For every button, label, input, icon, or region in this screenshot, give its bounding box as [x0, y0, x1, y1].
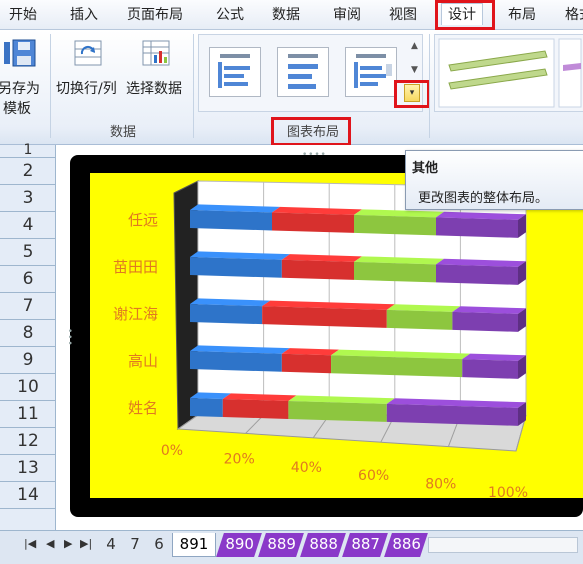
- sheet-tab-active[interactable]: 891: [172, 533, 216, 557]
- tab-formulas[interactable]: 公式: [216, 4, 244, 26]
- x-tick-label: 40%: [291, 460, 322, 476]
- x-tick-label: 20%: [224, 451, 255, 467]
- chart-layout-gallery: ▲ ▼: [198, 34, 423, 112]
- group-separator: [50, 34, 51, 138]
- horizontal-scrollbar[interactable]: [428, 537, 578, 553]
- sheet-tab[interactable]: 890: [216, 533, 262, 557]
- group-separator: [193, 34, 194, 138]
- bar-segment: [190, 210, 272, 231]
- gallery-scroll-up-icon[interactable]: ▲: [411, 41, 418, 51]
- chart-plot: 0% 20% 40% 60% 80% 100% 任远苗田田谢江海高山姓名: [113, 180, 528, 498]
- sheet-tab[interactable]: 6: [148, 533, 170, 557]
- category-label: 任远: [128, 211, 158, 229]
- bar-segment: [354, 214, 436, 236]
- row-header[interactable]: 13: [0, 455, 56, 482]
- row-header[interactable]: 7: [0, 293, 56, 320]
- select-data-icon[interactable]: [140, 38, 174, 70]
- row-header[interactable]: 12: [0, 428, 56, 455]
- bar-segment: [190, 398, 223, 417]
- tab-home[interactable]: 开始: [9, 4, 37, 26]
- excel-window: 开始 插入 页面布局 公式 数据 审阅 视图 设计 布局 格式 另存为 模板 切…: [0, 0, 583, 564]
- tab-insert[interactable]: 插入: [70, 4, 98, 26]
- bar-segment: [436, 217, 518, 238]
- chart-resize-handle-top[interactable]: • • • •: [302, 150, 326, 160]
- sheet-tab[interactable]: 888: [300, 533, 346, 557]
- row-header[interactable]: 2: [0, 158, 56, 185]
- sheet-tab[interactable]: 886: [384, 533, 428, 557]
- tooltip-description: 更改图表的整体布局。: [418, 191, 549, 206]
- bar-segment: [281, 353, 332, 374]
- category-label: 高山: [128, 352, 158, 370]
- bar-segment: [190, 257, 282, 278]
- switch-row-column-button[interactable]: 切换行/列: [56, 78, 117, 98]
- tab-data[interactable]: 数据: [272, 4, 300, 26]
- save-template-icon: [4, 39, 36, 67]
- chart-layout-option-1[interactable]: [209, 47, 261, 97]
- chart-layout-option-3[interactable]: [345, 47, 397, 97]
- group-separator: [429, 34, 430, 138]
- group-label-data: 数据: [109, 125, 136, 140]
- tab-page-layout[interactable]: 页面布局: [127, 4, 183, 26]
- row-header[interactable]: 10: [0, 374, 56, 401]
- last-sheet-icon[interactable]: ▶|: [80, 537, 92, 550]
- bar-segment: [436, 264, 518, 285]
- bar-segment: [262, 306, 387, 328]
- group-label-chart-layout: 图表布局: [286, 125, 339, 140]
- save-template-label-1[interactable]: 另存为: [0, 78, 40, 98]
- row-headers: 1 2 3 4 5 6 7 8 9 10 11 12 13 14: [0, 143, 56, 530]
- menu-bar: 开始 插入 页面布局 公式 数据 审阅 视图 设计 布局 格式: [0, 0, 583, 30]
- row-header[interactable]: 8: [0, 320, 56, 347]
- tab-review[interactable]: 审阅: [333, 4, 361, 26]
- tooltip: 其他 更改图表的整体布局。: [405, 150, 583, 210]
- tab-view[interactable]: 视图: [389, 4, 417, 26]
- row-header[interactable]: 3: [0, 185, 56, 212]
- row-header[interactable]: 14: [0, 482, 56, 509]
- save-template-label-2[interactable]: 模板: [3, 98, 31, 118]
- tab-design[interactable]: 设计: [441, 3, 483, 25]
- select-data-button[interactable]: 选择数据: [126, 78, 182, 98]
- sheet-tab[interactable]: 887: [342, 533, 388, 557]
- tooltip-title: 其他: [412, 161, 439, 176]
- row-header[interactable]: 1: [0, 143, 56, 158]
- bar-segment: [452, 311, 518, 332]
- row-header[interactable]: 6: [0, 266, 56, 293]
- sheet-tab-bar: |◀ ◀ ▶ ▶| 4 7 6 891 890 889 888 887 886: [0, 530, 583, 564]
- first-sheet-icon[interactable]: |◀: [24, 537, 36, 550]
- category-label: 苗田田: [113, 258, 158, 276]
- next-sheet-icon[interactable]: ▶: [64, 537, 72, 550]
- switch-row-column-icon[interactable]: [72, 38, 106, 70]
- row-header[interactable]: 11: [0, 401, 56, 428]
- x-tick-label: 60%: [358, 468, 389, 484]
- gallery-more-button[interactable]: ▾: [404, 84, 420, 102]
- bar-segment: [190, 304, 263, 325]
- bar-segment: [190, 351, 282, 372]
- category-label: 姓名: [128, 399, 158, 417]
- chart-resize-handle-left[interactable]: • • •: [64, 328, 74, 345]
- bar-segment: [386, 309, 453, 330]
- bar-segment: [222, 398, 289, 419]
- bar-segment: [462, 359, 518, 379]
- row-header[interactable]: 4: [0, 212, 56, 239]
- gallery-scroll-down-icon[interactable]: ▼: [411, 65, 418, 75]
- x-tick-label: 100%: [488, 485, 528, 498]
- category-label: 谢江海: [113, 305, 158, 323]
- bar-segment: [272, 212, 354, 233]
- bar-segment: [281, 259, 354, 280]
- bar-segment: [354, 261, 436, 283]
- chart-style-option-1[interactable]: [435, 35, 583, 113]
- sheet-tab[interactable]: 4: [100, 533, 122, 557]
- chart-style-gallery: [434, 34, 583, 112]
- x-tick-label: 0%: [161, 443, 183, 459]
- sheet-tab[interactable]: 7: [124, 533, 146, 557]
- sheet-tab[interactable]: 889: [258, 533, 304, 557]
- chart-layout-option-2[interactable]: [277, 47, 329, 97]
- prev-sheet-icon[interactable]: ◀: [46, 537, 54, 550]
- x-tick-label: 80%: [425, 477, 456, 493]
- tab-format[interactable]: 格式: [565, 4, 583, 26]
- ribbon: 另存为 模板 切换行/列 选择数据 数据 ▲ ▼ ▾ 图表布局: [0, 30, 583, 146]
- tab-layout[interactable]: 布局: [508, 4, 536, 26]
- bar-segment: [288, 400, 387, 422]
- row-header[interactable]: 5: [0, 239, 56, 266]
- row-header[interactable]: 9: [0, 347, 56, 374]
